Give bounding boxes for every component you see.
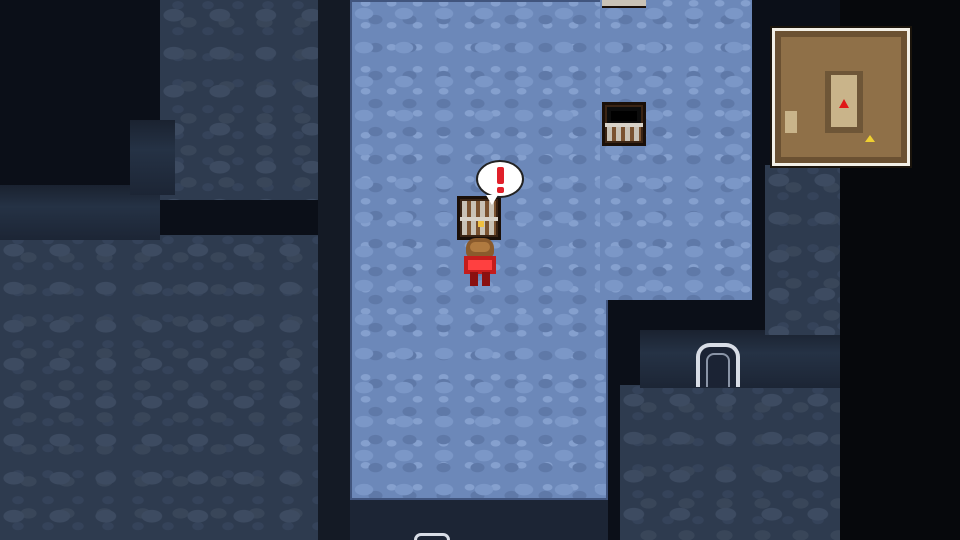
cave-edge-shadow (318, 0, 354, 540)
dark-cave-floor-left (0, 235, 335, 540)
dark-cave-floor-far-right (765, 165, 840, 335)
treasure-chest-top-edge[interactable] (602, 0, 646, 8)
game-viewport[interactable] (0, 0, 960, 540)
minimap-room-side (785, 111, 797, 133)
player-character (460, 238, 500, 288)
cave-cliff-wall-upper (130, 120, 175, 195)
minimap (772, 28, 910, 166)
cave-cliff-wall-right (640, 330, 840, 388)
cave-exit-bottom[interactable] (414, 533, 450, 540)
exclamation-icon (497, 167, 504, 184)
exclamation-bubble (476, 160, 524, 205)
player-arrow-icon (839, 99, 849, 108)
dark-cave-floor-upper-left (160, 0, 335, 200)
treasure-chest-opened[interactable] (602, 102, 646, 146)
dark-cave-floor-right (620, 385, 840, 540)
lit-cave-floor-upper-right (600, 0, 752, 300)
corridor-bottom-edge (350, 500, 608, 540)
exit-triangle-icon (865, 135, 875, 142)
cave-exit-doorway[interactable] (696, 343, 740, 387)
